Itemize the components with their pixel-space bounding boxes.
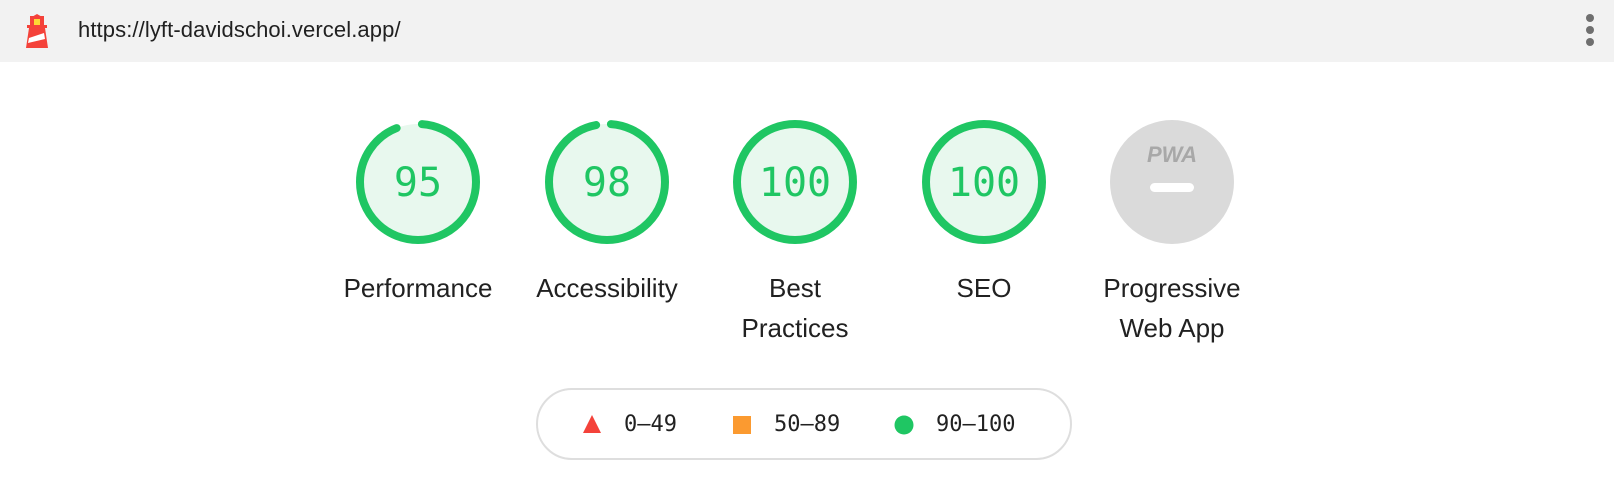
- url-text[interactable]: https://lyft-davidschoi.vercel.app/: [78, 17, 401, 43]
- gauge-label-line: Progressive: [1103, 273, 1241, 303]
- gauge-accessibility[interactable]: 98 Accessibility: [522, 118, 692, 308]
- kebab-menu-icon[interactable]: [1584, 14, 1596, 50]
- lighthouse-icon: [26, 14, 48, 48]
- pwa-badge: PWA: [1110, 120, 1234, 244]
- triangle-icon: [583, 415, 601, 433]
- gauge-score: 100: [948, 160, 1020, 206]
- gauge-label: SEO: [956, 273, 1012, 303]
- legend-range: 50–89: [774, 412, 841, 437]
- gauge-label: Performance: [343, 273, 493, 303]
- na-dash-icon: [1150, 183, 1194, 192]
- gauge-label-line: Web App: [1119, 313, 1225, 343]
- gauge-ring: 100: [733, 120, 857, 244]
- gauge-pwa[interactable]: PWA Progressive Web App: [1087, 118, 1257, 348]
- pwa-logo-icon: PWA: [1147, 142, 1197, 167]
- gauge-label: Progressive Web App: [1087, 268, 1257, 348]
- pwa-badge-fill: [1110, 120, 1234, 244]
- gauge-score: 98: [583, 160, 631, 206]
- circle-icon: [894, 415, 914, 435]
- browser-address-bar: https://lyft-davidschoi.vercel.app/: [0, 0, 1614, 62]
- gauge-best-practices[interactable]: 100 Best Practices: [710, 118, 880, 348]
- gauge-ring: 98: [545, 120, 669, 244]
- gauge-seo[interactable]: 100 SEO: [899, 118, 1069, 308]
- gauge-ring: 95: [356, 120, 480, 244]
- legend-range: 90–100: [936, 412, 1016, 437]
- gauge-performance[interactable]: 95 Performance: [333, 118, 503, 308]
- score-legend: 0–49 50–89 90–100: [536, 388, 1072, 460]
- square-icon: [733, 416, 751, 434]
- gauge-score: 100: [759, 160, 831, 206]
- legend-range: 0–49: [624, 412, 677, 437]
- gauge-label: Accessibility: [536, 273, 678, 303]
- gauge-score: 95: [394, 160, 442, 206]
- gauge-ring: 100: [922, 120, 1046, 244]
- gauge-label-line: Practices: [741, 313, 849, 343]
- gauge-label-line: Best: [768, 273, 822, 303]
- gauge-label: Best Practices: [710, 268, 880, 348]
